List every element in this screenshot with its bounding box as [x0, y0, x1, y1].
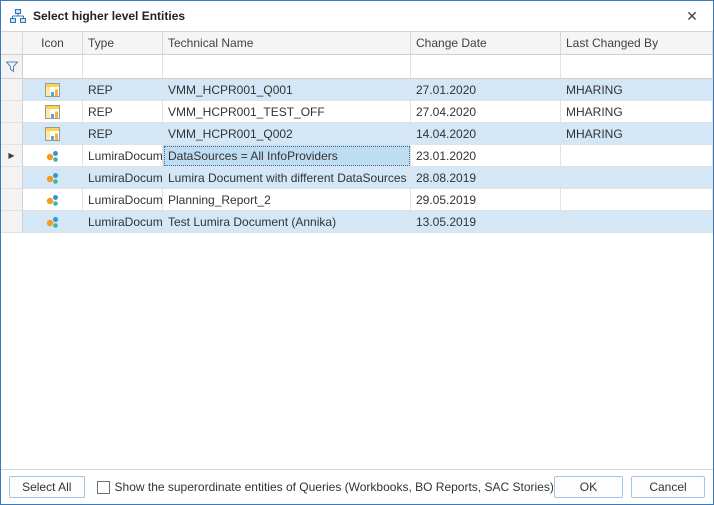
column-header-type[interactable]: Type: [83, 32, 163, 55]
technical-name-cell[interactable]: DataSources = All InfoProviders: [163, 145, 411, 167]
rep-icon: [23, 101, 83, 123]
technical-name-cell[interactable]: VMM_HCPR001_Q001: [163, 79, 411, 101]
row-indicator: [1, 79, 23, 101]
type-cell[interactable]: REP: [83, 101, 163, 123]
lumira-icon: [23, 145, 83, 167]
change-date-cell[interactable]: 27.04.2020: [411, 101, 561, 123]
change-date-cell[interactable]: 27.01.2020: [411, 79, 561, 101]
type-cell[interactable]: LumiraDocum...: [83, 189, 163, 211]
last-changed-by-cell[interactable]: MHARING: [561, 79, 713, 101]
type-cell[interactable]: REP: [83, 123, 163, 145]
change-date-cell[interactable]: 28.08.2019: [411, 167, 561, 189]
lumira-icon: [23, 211, 83, 233]
column-header-technical-name[interactable]: Technical Name: [163, 32, 411, 55]
grid-rows: REPVMM_HCPR001_Q00127.01.2020MHARINGREPV…: [1, 79, 713, 233]
row-indicator: [1, 211, 23, 233]
last-changed-by-cell[interactable]: MHARING: [561, 123, 713, 145]
entities-grid: Icon Type Technical Name Change Date Las…: [1, 31, 713, 469]
type-cell[interactable]: LumiraDocum...: [83, 145, 163, 167]
grid-header-row: Icon Type Technical Name Change Date Las…: [1, 32, 713, 55]
filter-cell-icon[interactable]: [23, 55, 83, 79]
technical-name-cell[interactable]: VMM_HCPR001_Q002: [163, 123, 411, 145]
focused-row-arrow: ▶: [8, 152, 14, 160]
cancel-button[interactable]: Cancel: [631, 476, 705, 498]
filter-cell-last-changed-by[interactable]: [561, 55, 713, 79]
type-cell[interactable]: REP: [83, 79, 163, 101]
change-date-cell[interactable]: 23.01.2020: [411, 145, 561, 167]
rep-icon: [23, 79, 83, 101]
checkbox-box[interactable]: [97, 481, 110, 494]
row-indicator: [1, 167, 23, 189]
footer: Select All Show the superordinate entiti…: [1, 469, 713, 504]
technical-name-cell[interactable]: Planning_Report_2: [163, 189, 411, 211]
table-row[interactable]: LumiraDocum...Planning_Report_229.05.201…: [1, 189, 713, 211]
checkbox-label: Show the superordinate entities of Queri…: [115, 480, 554, 494]
filter-cell-change-date[interactable]: [411, 55, 561, 79]
row-indicator: ▶: [1, 145, 23, 167]
change-date-cell[interactable]: 29.05.2019: [411, 189, 561, 211]
technical-name-cell[interactable]: Test Lumira Document (Annika): [163, 211, 411, 233]
lumira-icon: [23, 167, 83, 189]
table-row[interactable]: ▶ LumiraDocum...DataSources = All InfoPro…: [1, 145, 713, 167]
hierarchy-icon: [9, 8, 27, 24]
row-indicator: [1, 123, 23, 145]
column-header-icon[interactable]: Icon: [23, 32, 83, 55]
window-title: Select higher level Entities: [33, 9, 185, 23]
table-row[interactable]: LumiraDocum...Test Lumira Document (Anni…: [1, 211, 713, 233]
table-row[interactable]: REPVMM_HCPR001_Q00127.01.2020MHARING: [1, 79, 713, 101]
row-indicator: [1, 189, 23, 211]
table-row[interactable]: REPVMM_HCPR001_TEST_OFF27.04.2020MHARING: [1, 101, 713, 123]
column-header-last-changed-by[interactable]: Last Changed By: [561, 32, 713, 55]
close-button[interactable]: ✕: [671, 1, 713, 31]
type-cell[interactable]: LumiraDocum...: [83, 211, 163, 233]
rep-icon: [23, 123, 83, 145]
column-header-change-date[interactable]: Change Date: [411, 32, 561, 55]
change-date-cell[interactable]: 13.05.2019: [411, 211, 561, 233]
last-changed-by-cell[interactable]: MHARING: [561, 101, 713, 123]
type-cell[interactable]: LumiraDocum...: [83, 167, 163, 189]
last-changed-by-cell[interactable]: [561, 211, 713, 233]
superordinate-queries-checkbox[interactable]: Show the superordinate entities of Queri…: [97, 480, 554, 494]
lumira-icon: [23, 189, 83, 211]
last-changed-by-cell[interactable]: [561, 189, 713, 211]
select-all-button[interactable]: Select All: [9, 476, 85, 498]
filter-row: [1, 55, 713, 79]
table-row[interactable]: LumiraDocum...Lumira Document with diffe…: [1, 167, 713, 189]
technical-name-cell[interactable]: VMM_HCPR001_TEST_OFF: [163, 101, 411, 123]
table-row[interactable]: REPVMM_HCPR001_Q00214.04.2020MHARING: [1, 123, 713, 145]
change-date-cell[interactable]: 14.04.2020: [411, 123, 561, 145]
filter-funnel-icon: [1, 55, 23, 79]
last-changed-by-cell[interactable]: [561, 167, 713, 189]
technical-name-cell[interactable]: Lumira Document with different DataSourc…: [163, 167, 411, 189]
ok-button[interactable]: OK: [554, 476, 623, 498]
row-indicator: [1, 101, 23, 123]
filter-cell-technical-name[interactable]: [163, 55, 411, 79]
header-indicator: [1, 32, 23, 55]
dialog-window: Select higher level Entities ✕ Icon Type…: [0, 0, 714, 505]
filter-cell-type[interactable]: [83, 55, 163, 79]
last-changed-by-cell[interactable]: [561, 145, 713, 167]
title-bar[interactable]: Select higher level Entities ✕: [1, 1, 713, 31]
